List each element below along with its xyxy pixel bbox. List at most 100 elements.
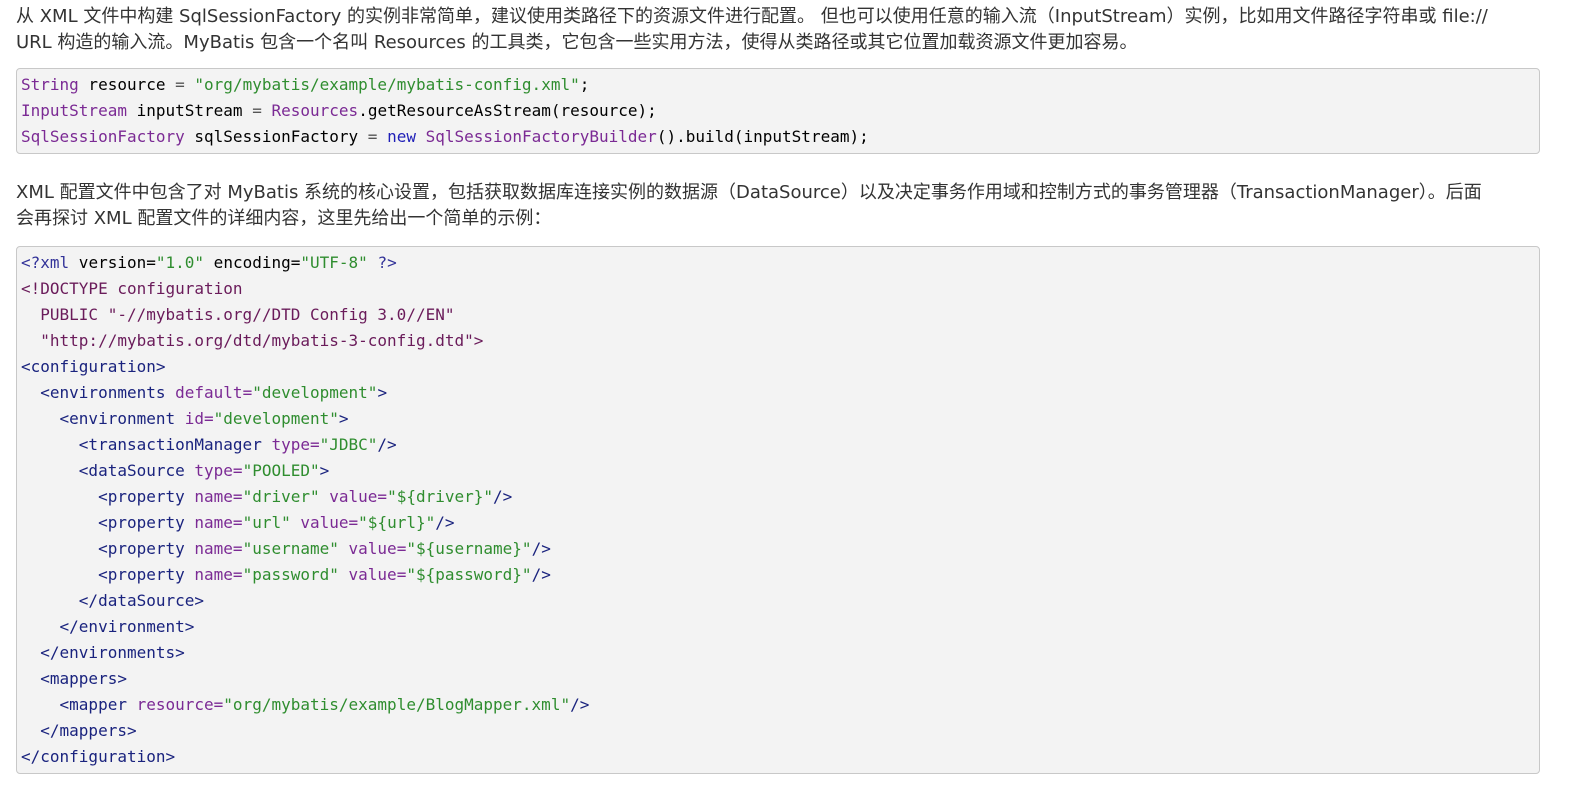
code-token: "${password}": [406, 565, 532, 584]
code-token: />: [531, 565, 551, 584]
code-token: version=: [69, 253, 156, 272]
code-token: <configuration>: [21, 357, 166, 376]
code-token: name=: [184, 539, 243, 558]
code-token: new: [387, 127, 416, 146]
code-token: sqlSessionFactory: [184, 127, 368, 146]
code-token: </mappers>: [21, 721, 137, 740]
code-token: <dataSource: [21, 461, 185, 480]
code-line: PUBLIC "-//mybatis.org//DTD Config 3.0//…: [21, 302, 1539, 328]
code-token: </environments>: [21, 643, 185, 662]
code-token: "org/mybatis/example/mybatis-config.xml": [194, 75, 580, 94]
code-token: "JDBC": [319, 435, 378, 454]
code-token: SqlSessionFactoryBuilder: [425, 127, 657, 146]
code-token: />: [377, 435, 397, 454]
intro-paragraph: 从 XML 文件中构建 SqlSessionFactory 的实例非常简单，建议…: [16, 4, 1546, 56]
code-token: <!DOCTYPE configuration: [21, 279, 243, 298]
code-line: <?xml version="1.0" encoding="UTF-8" ?>: [21, 250, 1539, 276]
code-line: <property name="driver" value="${driver}…: [21, 484, 1539, 510]
code-line: <mapper resource="org/mybatis/example/Bl…: [21, 692, 1539, 718]
code-token: id=: [175, 409, 214, 428]
code-token: name=: [184, 487, 243, 506]
code-token: =: [175, 75, 185, 94]
code-token: </dataSource>: [21, 591, 205, 610]
code-line: <environments default="development">: [21, 380, 1539, 406]
code-token: <property: [21, 539, 185, 558]
code-line: <mappers>: [21, 666, 1539, 692]
code-token: />: [570, 695, 590, 714]
code-token: >: [377, 383, 388, 402]
code-token: <property: [21, 565, 185, 584]
code-token: ?>: [367, 253, 397, 272]
code-token: "${driver}": [387, 487, 494, 506]
code-token: Resources: [271, 101, 359, 120]
description-paragraph: XML 配置文件中包含了对 MyBatis 系统的核心设置，包括获取数据库连接实…: [16, 180, 1546, 232]
code-token: <mapper: [21, 695, 127, 714]
code-token: <mappers>: [21, 669, 127, 688]
code-token: "${username}": [406, 539, 532, 558]
intro-line-1: 从 XML 文件中构建 SqlSessionFactory 的实例非常简单，建议…: [16, 6, 1488, 27]
code-line: String resource = "org/mybatis/example/m…: [21, 72, 1539, 98]
code-token: <property: [21, 487, 185, 506]
code-token: value=: [290, 513, 359, 532]
code-token: "url": [242, 513, 291, 532]
intro-line-2: URL 构造的输入流。MyBatis 包含一个名叫 Resources 的工具类…: [16, 32, 1138, 53]
code-token: String: [21, 75, 79, 94]
code-token: name=: [184, 565, 243, 584]
code-token: >: [319, 461, 330, 480]
code-token: InputStream: [21, 101, 127, 120]
code-token: "development": [252, 383, 378, 402]
code-token: value=: [338, 539, 407, 558]
code-line: <property name="password" value="${passw…: [21, 562, 1539, 588]
code-token: <transactionManager: [21, 435, 262, 454]
code-token: resource: [78, 75, 176, 94]
code-line: <environment id="development">: [21, 406, 1539, 432]
code-token: resource=: [126, 695, 224, 714]
code-line: <property name="url" value="${url}"/>: [21, 510, 1539, 536]
code-line: <!DOCTYPE configuration: [21, 276, 1539, 302]
code-token: </configuration>: [21, 747, 176, 766]
code-line: </dataSource>: [21, 588, 1539, 614]
code-token: =: [367, 127, 378, 146]
code-line: <configuration>: [21, 354, 1539, 380]
code-token: "UTF-8": [300, 253, 368, 272]
code-token: "POOLED": [242, 461, 320, 480]
code-token: value=: [319, 487, 388, 506]
code-token: "driver": [242, 487, 320, 506]
code-token: "username": [242, 539, 339, 558]
code-token: "${url}": [358, 513, 436, 532]
java-code-block[interactable]: String resource = "org/mybatis/example/m…: [16, 68, 1540, 154]
code-token: />: [493, 487, 513, 506]
description-line-1: XML 配置文件中包含了对 MyBatis 系统的核心设置，包括获取数据库连接实…: [16, 182, 1482, 203]
code-token: default=: [165, 383, 253, 402]
code-token: />: [435, 513, 455, 532]
code-token: >: [338, 409, 349, 428]
code-line: </environments>: [21, 640, 1539, 666]
code-line: InputStream inputStream = Resources.getR…: [21, 98, 1539, 124]
code-line: </environment>: [21, 614, 1539, 640]
code-token: encoding=: [204, 253, 301, 272]
code-token: "password": [242, 565, 339, 584]
code-token: type=: [261, 435, 320, 454]
code-token: SqlSessionFactory: [21, 127, 185, 146]
code-token: <property: [21, 513, 185, 532]
code-token: .getResourceAsStream(resource);: [358, 101, 657, 120]
code-token: <environments: [21, 383, 166, 402]
code-token: inputStream: [126, 101, 253, 120]
code-token: value=: [338, 565, 407, 584]
code-token: "http://mybatis.org/dtd/mybatis-3-config…: [21, 331, 484, 350]
xml-code-block[interactable]: <?xml version="1.0" encoding="UTF-8" ?> <…: [16, 246, 1540, 774]
code-line: <dataSource type="POOLED">: [21, 458, 1539, 484]
code-token: type=: [184, 461, 243, 480]
code-line: <property name="username" value="${usern…: [21, 536, 1539, 562]
code-token: "1.0": [155, 253, 205, 272]
code-token: <?xml: [21, 253, 70, 272]
code-token: "org/mybatis/example/BlogMapper.xml": [223, 695, 571, 714]
code-token: name=: [184, 513, 243, 532]
code-line: </mappers>: [21, 718, 1539, 744]
code-line: <transactionManager type="JDBC"/>: [21, 432, 1539, 458]
code-token: ;: [579, 75, 590, 94]
code-token: />: [531, 539, 551, 558]
